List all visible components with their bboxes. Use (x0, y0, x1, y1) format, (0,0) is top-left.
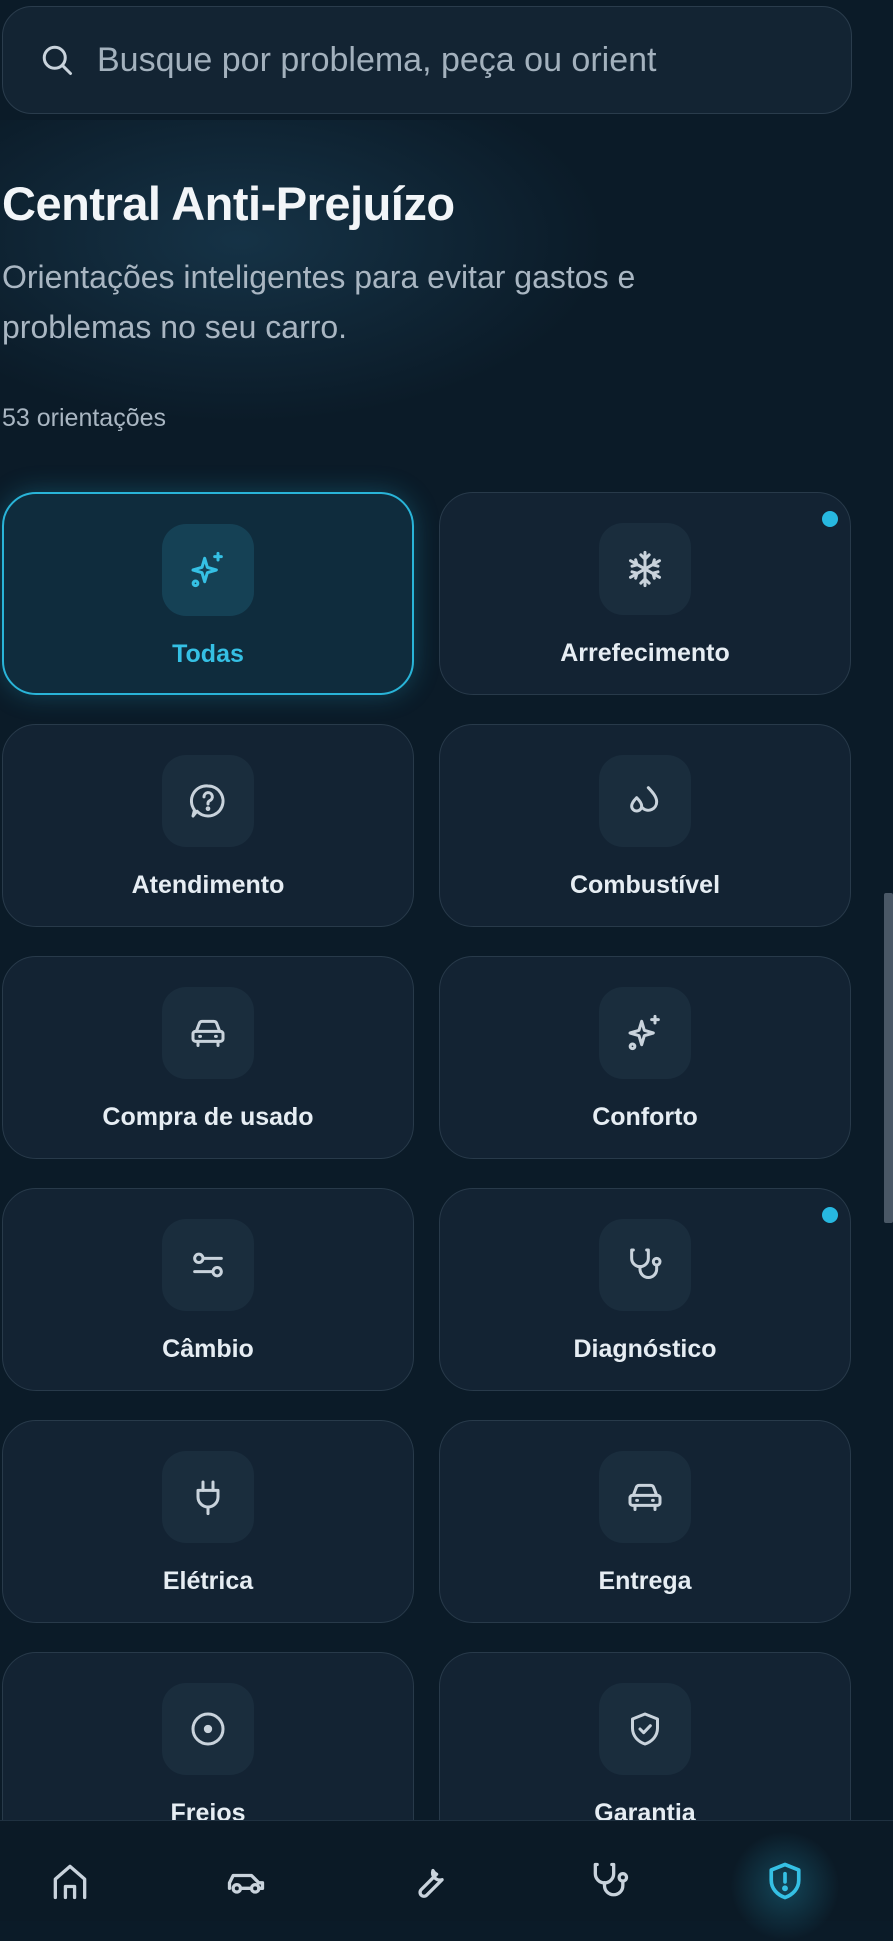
orientations-count: 53 orientações (2, 404, 167, 432)
category-icon-box (162, 987, 254, 1079)
car-icon (628, 1483, 662, 1511)
category-icon-box (599, 523, 691, 615)
category-label: Diagnóstico (573, 1335, 717, 1363)
nav-maintenance[interactable] (398, 1859, 458, 1921)
nav-home[interactable] (40, 1859, 100, 1921)
category-arrefecimento[interactable]: Arrefecimento (439, 492, 851, 695)
brake-disc-icon (191, 1712, 225, 1746)
new-badge (822, 511, 838, 527)
search-icon (42, 45, 72, 75)
category-eletrica[interactable]: Elétrica (2, 1420, 414, 1623)
category-icon-box (599, 755, 691, 847)
category-label: Conforto (592, 1103, 698, 1131)
snowflake-icon (628, 550, 662, 588)
shield-alert-icon (769, 1862, 801, 1900)
gear-shift-icon (193, 1252, 223, 1278)
nav-diagnostics[interactable] (580, 1859, 640, 1921)
category-label: Compra de usado (102, 1103, 314, 1131)
category-label: Arrefecimento (560, 639, 730, 667)
category-icon-box (599, 1219, 691, 1311)
stethoscope-icon (630, 1248, 662, 1279)
category-label: Elétrica (162, 1567, 254, 1595)
plug-icon (196, 1480, 220, 1516)
new-badge (822, 1207, 838, 1223)
category-combustivel[interactable]: Combustível (439, 724, 851, 927)
category-garantia[interactable]: Garantia (439, 1652, 851, 1827)
scrollbar[interactable] (884, 893, 893, 1223)
wrench-icon (418, 1868, 444, 1898)
category-todas[interactable]: Todas (2, 492, 414, 695)
category-conforto[interactable]: Conforto (439, 956, 851, 1159)
category-label: Câmbio (162, 1335, 254, 1363)
category-icon-box (599, 1683, 691, 1775)
search-bar[interactable] (2, 6, 852, 114)
category-label: Todas (172, 640, 244, 668)
category-label: Entrega (598, 1567, 692, 1595)
page-title: Central Anti-Prejuízo (2, 177, 455, 230)
category-icon-box (599, 1451, 691, 1543)
home-icon (53, 1864, 87, 1900)
bottom-nav (0, 1820, 893, 1941)
car-icon (191, 1019, 225, 1047)
sparkles-icon (191, 551, 223, 588)
shield-check-icon (631, 1712, 659, 1746)
stethoscope-icon (593, 1862, 629, 1897)
category-icon-box (162, 1451, 254, 1543)
category-label: Atendimento (131, 871, 285, 899)
droplets-icon (630, 786, 659, 813)
category-icon-box (162, 1219, 254, 1311)
category-entrega[interactable]: Entrega (439, 1420, 851, 1623)
car-icon (227, 1873, 265, 1894)
nav-car[interactable] (216, 1859, 276, 1921)
category-icon-box (162, 755, 254, 847)
category-icon-box (162, 1683, 254, 1775)
category-label: Combustível (569, 871, 721, 899)
category-icon-box (162, 524, 254, 616)
nav-anti-prejuizo[interactable] (755, 1859, 815, 1921)
help-circle-icon (189, 784, 225, 818)
search-input[interactable] (97, 40, 797, 80)
sparkles-icon (628, 1014, 660, 1051)
category-icon-box (599, 987, 691, 1079)
category-atendimento[interactable]: Atendimento (2, 724, 414, 927)
category-compra-de-usado[interactable]: Compra de usado (2, 956, 414, 1159)
category-diagnostico[interactable]: Diagnóstico (439, 1188, 851, 1391)
category-cambio[interactable]: Câmbio (2, 1188, 414, 1391)
page-subtitle: Orientações inteligentes para evitar gas… (2, 259, 636, 345)
category-freios[interactable]: Freios (2, 1652, 414, 1827)
